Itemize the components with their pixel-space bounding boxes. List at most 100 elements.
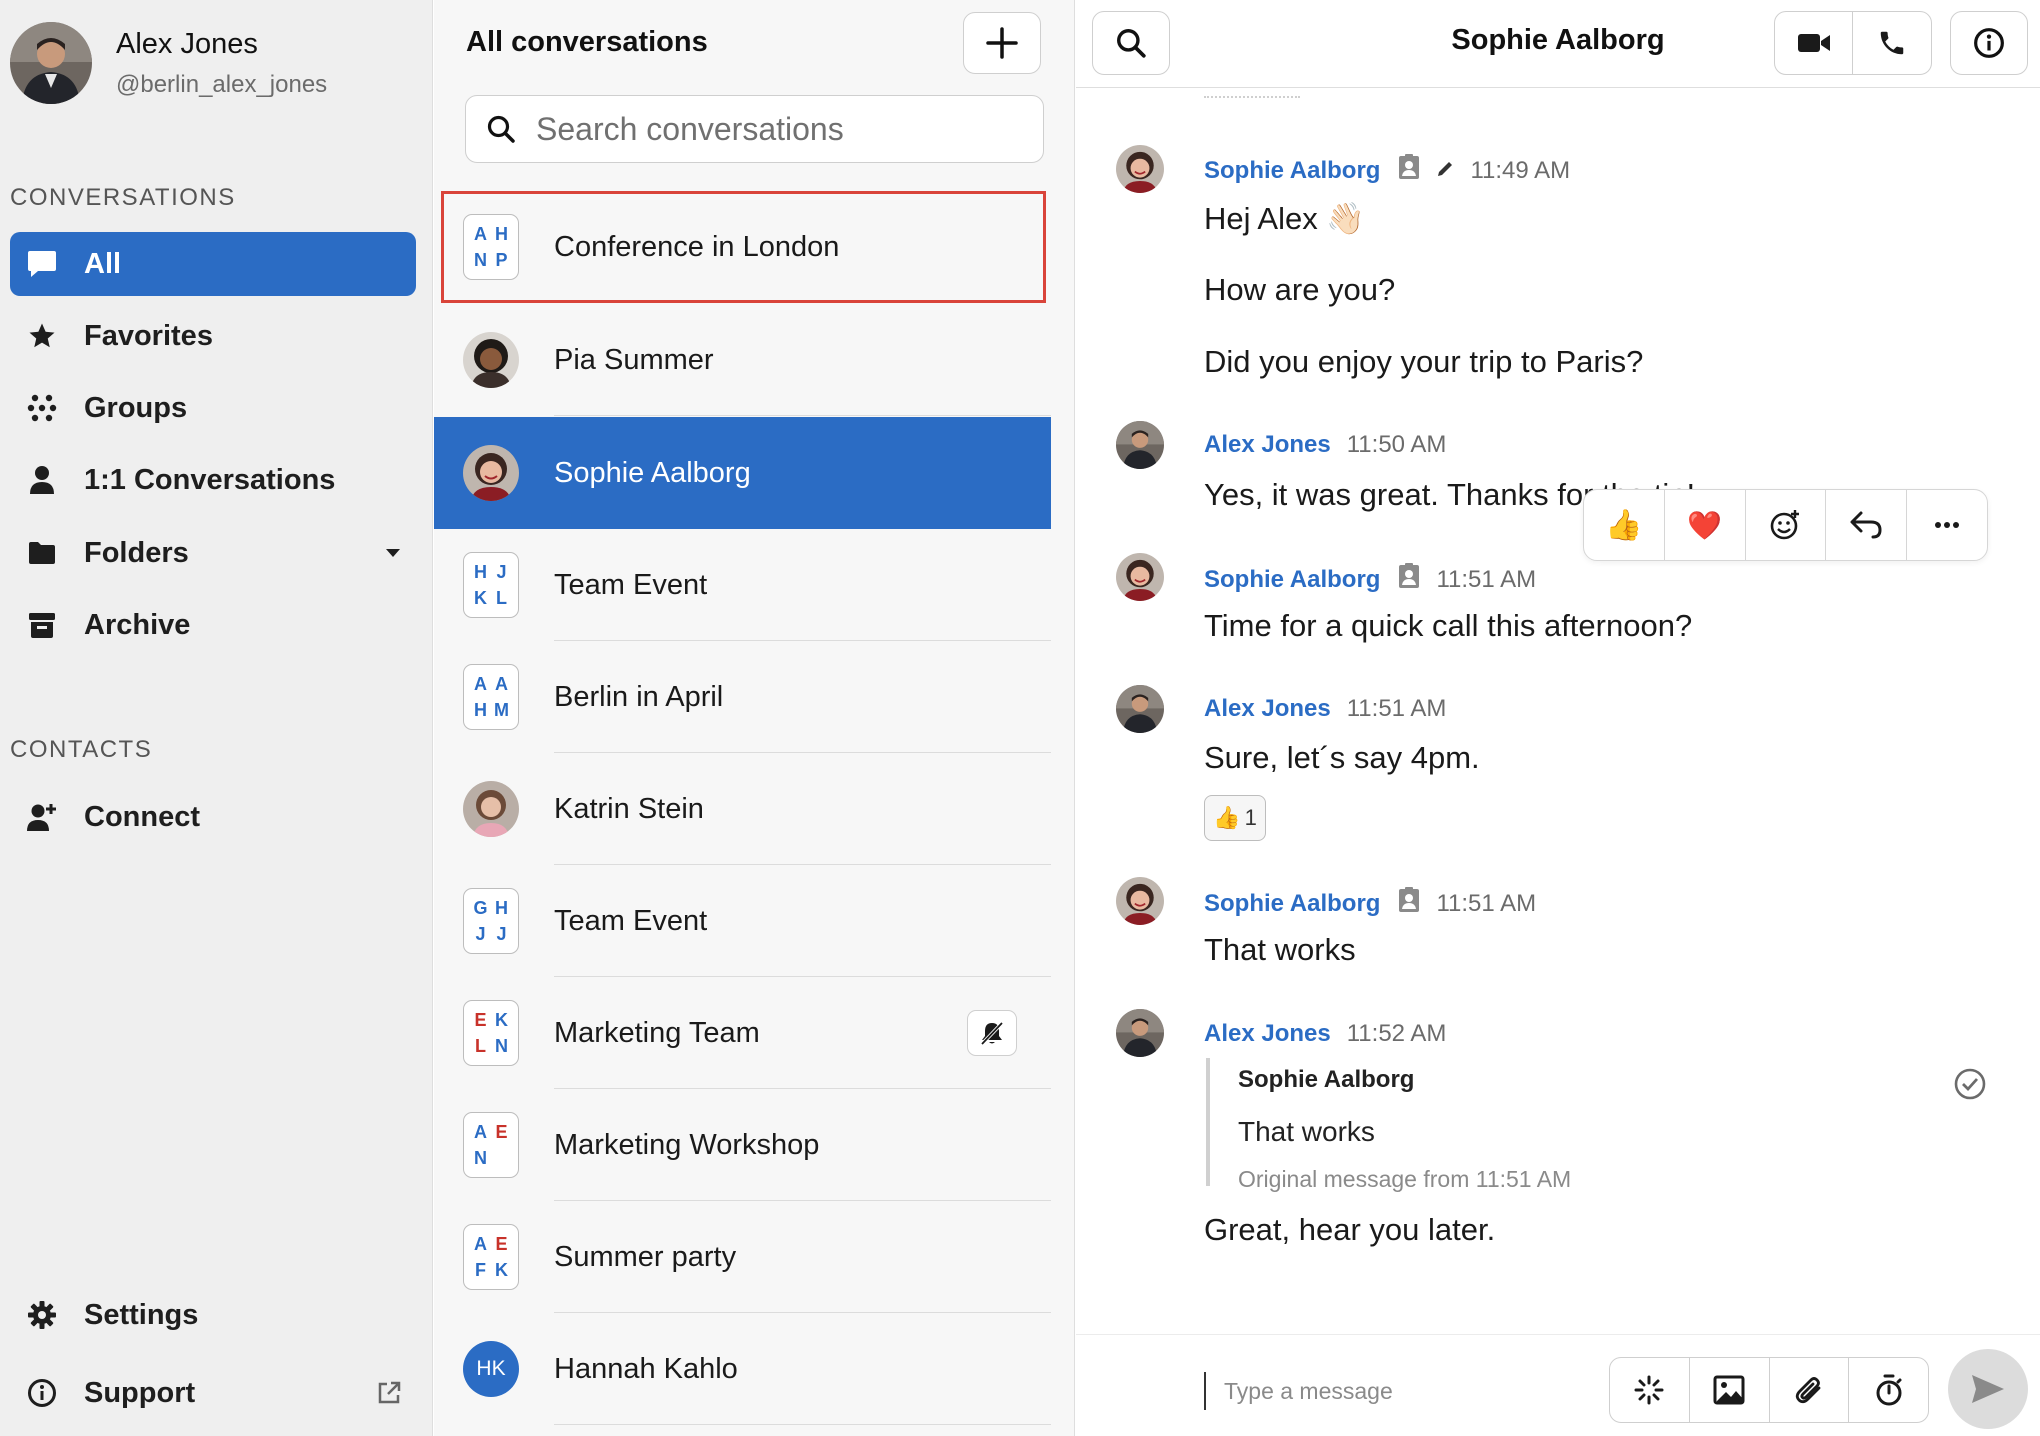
- attach-file-button[interactable]: [1770, 1358, 1850, 1422]
- paperclip-icon: [1795, 1377, 1821, 1404]
- sidebar-item-support[interactable]: Support: [10, 1361, 416, 1425]
- reaction-chip[interactable]: 👍 1: [1204, 795, 1266, 841]
- timed-message-button[interactable]: [1849, 1358, 1928, 1422]
- chevron-down-icon[interactable]: [384, 547, 402, 559]
- group-letter: A: [474, 1233, 487, 1254]
- quoted-message[interactable]: Sophie Aalborg That works Original messa…: [1206, 1058, 1906, 1192]
- reaction-count: 1: [1244, 805, 1257, 830]
- muted-button[interactable]: [967, 1010, 1017, 1056]
- thumbs-up-icon: 👍: [1213, 805, 1241, 830]
- plus-icon: [986, 27, 1018, 59]
- conversation-item[interactable]: Katrin Stein: [434, 753, 1051, 865]
- conversation-item[interactable]: A H N P Conference in London: [441, 191, 1046, 303]
- react-thumbs-up-button[interactable]: 👍: [1584, 490, 1665, 560]
- sidebar-item-folders[interactable]: Folders: [10, 521, 416, 585]
- conversation-name: Sophie Aalborg: [554, 456, 751, 489]
- group-letter: J: [496, 923, 507, 944]
- user-profile[interactable]: Alex Jones @berlin_alex_jones: [10, 22, 327, 104]
- message-author[interactable]: Sophie Aalborg: [1204, 566, 1380, 594]
- group-letter: F: [475, 1259, 486, 1280]
- new-conversation-button[interactable]: [963, 12, 1041, 74]
- reply-button[interactable]: [1826, 490, 1908, 560]
- message-author[interactable]: Alex Jones: [1204, 431, 1331, 459]
- text-cursor: [1204, 1372, 1206, 1410]
- group-letter: H: [495, 897, 508, 918]
- sidebar-item-favorites[interactable]: Favorites: [10, 304, 416, 368]
- search-input[interactable]: [536, 110, 1016, 148]
- group-letter: A: [495, 673, 508, 694]
- send-icon: [1972, 1375, 2004, 1403]
- info-icon: [1974, 28, 2004, 58]
- group-letter: H: [474, 561, 487, 582]
- message-text: Sure, let´s say 4pm.: [1204, 740, 1480, 775]
- sidebar-item-label: All: [84, 247, 122, 280]
- reply-arrow-icon: [1850, 511, 1882, 539]
- react-heart-button[interactable]: ❤️: [1665, 490, 1746, 560]
- avatar: HK: [463, 1341, 519, 1397]
- message-author[interactable]: Sophie Aalborg: [1204, 157, 1380, 185]
- message-header: Sophie Aalborg 11:49 AM: [1204, 154, 1570, 187]
- group-avatar: A H N P: [463, 214, 519, 280]
- conversation-item[interactable]: A E N Marketing Workshop: [434, 1089, 1051, 1201]
- conversation-item[interactable]: HK Hannah Kahlo: [434, 1313, 1051, 1425]
- search-box[interactable]: [465, 95, 1044, 163]
- thumbs-up-icon: 👍: [1605, 508, 1643, 542]
- star-icon: [24, 318, 60, 354]
- composer-tools: [1609, 1357, 1929, 1423]
- image-upload-button[interactable]: [1690, 1358, 1770, 1422]
- sidebar-item-all[interactable]: All: [10, 232, 416, 296]
- message-input[interactable]: [1224, 1369, 1604, 1413]
- message-author[interactable]: Alex Jones: [1204, 695, 1331, 723]
- conversation-item[interactable]: E K L N Marketing Team: [434, 977, 1051, 1089]
- giphy-button[interactable]: [1610, 1358, 1690, 1422]
- sidebar-item-label: 1:1 Conversations: [84, 463, 336, 496]
- sidebar-item-archive[interactable]: Archive: [10, 593, 416, 657]
- sparkle-icon: [1634, 1375, 1664, 1405]
- voice-call-button[interactable]: [1853, 12, 1931, 74]
- message-text: Did you enjoy your trip to Paris?: [1204, 344, 1644, 379]
- edited-pencil-icon: [1436, 157, 1454, 185]
- message-author[interactable]: Alex Jones: [1204, 1020, 1331, 1048]
- sidebar-item-one-to-one[interactable]: 1:1 Conversations: [10, 448, 416, 512]
- conversation-item[interactable]: A A H M Berlin in April: [434, 641, 1051, 753]
- group-letter: J: [496, 561, 507, 582]
- group-letter: E: [495, 1121, 508, 1142]
- sidebar-item-label: Groups: [84, 391, 188, 424]
- message-text: How are you?: [1204, 272, 1396, 307]
- message-time: 11:51 AM: [1436, 889, 1537, 917]
- sidebar-item-label: Connect: [84, 800, 200, 833]
- message-time: 11:51 AM: [1436, 565, 1537, 593]
- contact-card-icon: [1398, 563, 1420, 596]
- conversation-name: Team Event: [554, 904, 708, 937]
- video-call-button[interactable]: [1775, 12, 1853, 74]
- sidebar-item-settings[interactable]: Settings: [10, 1283, 416, 1347]
- add-person-icon: [24, 799, 60, 835]
- chat-pane: Sophie Aalborg Sophie Aalborg 11:49 AM H…: [1076, 0, 2040, 1436]
- avatar: [10, 22, 92, 104]
- person-icon: [24, 462, 60, 498]
- conversation-item[interactable]: H J K L Team Event: [434, 529, 1051, 641]
- group-letter: G: [473, 897, 488, 918]
- group-letter: J: [475, 923, 486, 944]
- contact-card-icon: [1398, 887, 1420, 920]
- conversation-item[interactable]: Pia Summer: [434, 304, 1051, 416]
- sidebar-item-groups[interactable]: Groups: [10, 376, 416, 440]
- read-check-icon: [1953, 1067, 1987, 1106]
- chat-info-button[interactable]: [1950, 11, 2028, 75]
- conversations-heading: CONVERSATIONS: [10, 184, 236, 211]
- heart-icon: ❤️: [1687, 509, 1723, 541]
- more-actions-button[interactable]: [1907, 490, 1987, 560]
- add-reaction-button[interactable]: [1746, 490, 1827, 560]
- group-letter: H: [474, 699, 487, 720]
- conversation-item[interactable]: G H J J Team Event: [434, 865, 1051, 977]
- call-button-group: [1774, 11, 1932, 75]
- group-letter: N: [474, 1147, 487, 1168]
- conversation-item[interactable]: A E F K Summer party: [434, 1201, 1051, 1313]
- group-letter: H: [495, 223, 508, 244]
- message-author[interactable]: Sophie Aalborg: [1204, 890, 1380, 918]
- conversation-name: Summer party: [554, 1240, 737, 1273]
- conversation-item[interactable]: Sophie Aalborg: [434, 417, 1051, 529]
- sidebar-item-connect[interactable]: Connect: [10, 785, 416, 849]
- send-button[interactable]: [1948, 1349, 2028, 1429]
- conversation-name: Marketing Team: [554, 1016, 760, 1049]
